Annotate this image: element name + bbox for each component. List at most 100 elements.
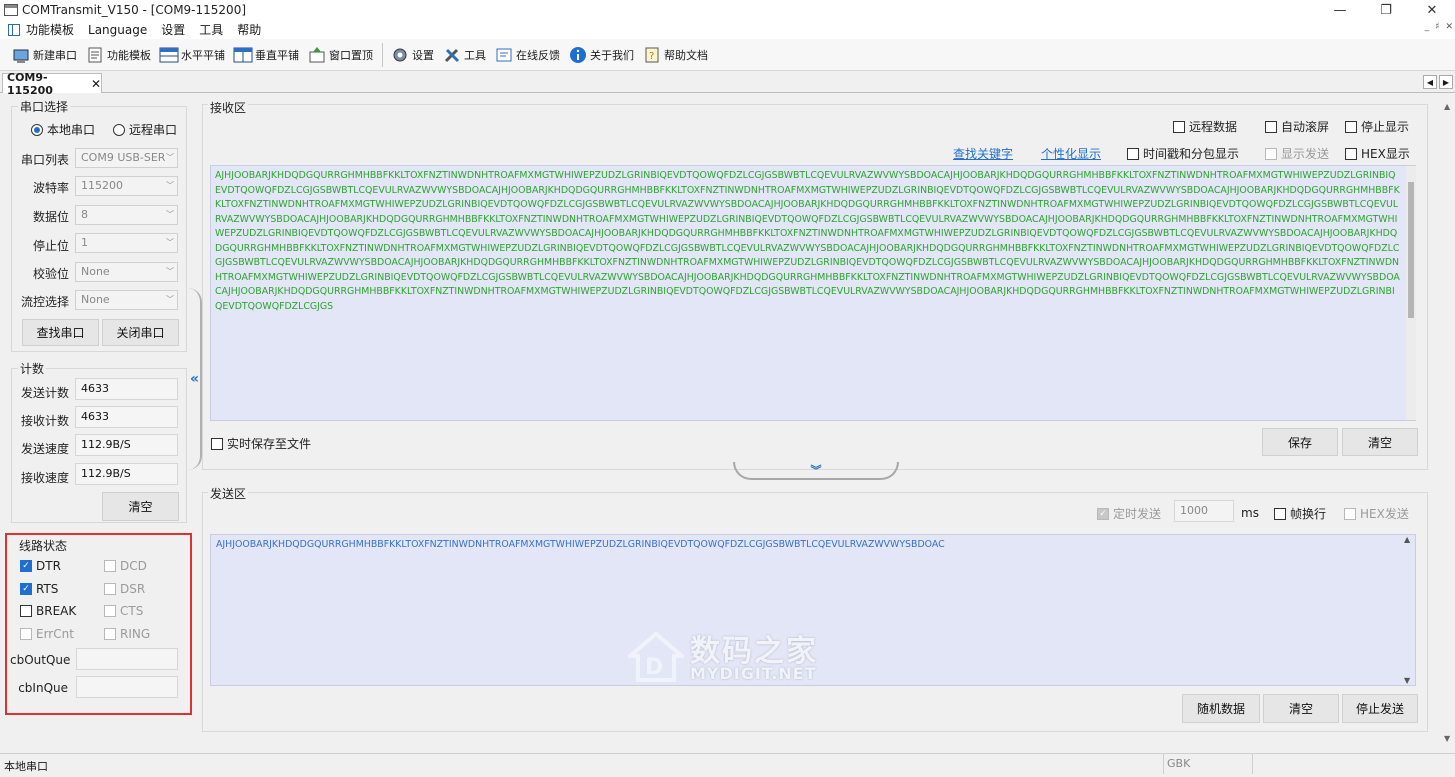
- receive-title: 接收区: [208, 99, 249, 116]
- tools-button[interactable]: 工具: [439, 42, 489, 68]
- remote-port-radio[interactable]: 远程串口: [113, 121, 177, 138]
- parity-select[interactable]: None ﹀: [75, 262, 178, 282]
- scroll-down-icon[interactable]: ▼: [1444, 734, 1450, 743]
- maximize-button[interactable]: ❐: [1363, 0, 1409, 20]
- receive-scrollbar[interactable]: [1406, 166, 1416, 420]
- splitter-handle[interactable]: ︾: [733, 462, 899, 480]
- checkbox-mark: [1173, 120, 1185, 133]
- stop-display-checkbox[interactable]: 停止显示: [1345, 118, 1409, 135]
- tab-nav-right-icon[interactable]: ▶: [1439, 75, 1453, 89]
- new-port-button[interactable]: 新建串口: [8, 42, 80, 68]
- frame-newline-checkbox[interactable]: 帧换行: [1274, 505, 1326, 522]
- scrollbar-thumb[interactable]: [1408, 182, 1414, 318]
- scroll-up-icon[interactable]: ▲: [1404, 535, 1410, 544]
- plug-icon: [11, 45, 31, 65]
- collapse-left-panel-handle[interactable]: «: [188, 288, 202, 470]
- watermark-en: MYDIGIT.NET: [690, 664, 817, 683]
- toolbar: 新建串口 功能模板 水平平铺 垂直平铺 窗口置顶 设置 工具 在线反馈 关于我们…: [0, 39, 1455, 71]
- scroll-down-icon[interactable]: ▼: [1404, 676, 1410, 685]
- menu-help[interactable]: 帮助: [237, 21, 261, 38]
- random-data-button[interactable]: 随机数据: [1182, 694, 1260, 723]
- combo-value: 8: [81, 208, 88, 221]
- send-count-label: 发送计数: [20, 386, 69, 400]
- checkbox-label: 实时保存至文件: [227, 437, 312, 451]
- interval-input[interactable]: 1000: [1174, 500, 1234, 522]
- checkbox-mark: [1344, 507, 1356, 520]
- checkbox-label: 远程数据: [1189, 120, 1238, 134]
- cbin-label: cbInQue: [18, 681, 68, 695]
- menu-language[interactable]: Language: [88, 23, 147, 37]
- radio-label: 远程串口: [129, 123, 178, 137]
- break-checkbox[interactable]: BREAK: [20, 604, 76, 618]
- local-port-radio[interactable]: 本地串口: [31, 121, 95, 138]
- combo-value: None: [81, 293, 110, 306]
- settings-button[interactable]: 设置: [387, 42, 437, 68]
- close-port-button[interactable]: 关闭串口: [102, 319, 179, 346]
- tile-horizontal-button[interactable]: 水平平铺: [156, 42, 228, 68]
- serial-group-box: [11, 106, 187, 352]
- flow-select[interactable]: None ﹀: [75, 290, 178, 310]
- rts-checkbox[interactable]: ✓ RTS: [20, 582, 58, 596]
- radio-dot: [113, 123, 125, 136]
- find-port-button[interactable]: 查找串口: [22, 319, 99, 346]
- tab-close-icon[interactable]: ✕: [91, 77, 101, 91]
- find-keyword-link[interactable]: 查找关键字: [953, 145, 1013, 162]
- stopbits-select[interactable]: 1 ﹀: [75, 233, 178, 253]
- chevron-down-icon: ﹀: [166, 238, 174, 247]
- hex-display-checkbox[interactable]: HEX显示: [1345, 145, 1410, 162]
- minimize-button[interactable]: —: [1317, 0, 1363, 20]
- send-speed-label: 发送速度: [20, 442, 69, 456]
- tab-com9[interactable]: COM9-115200 ✕: [2, 71, 102, 97]
- chevron-down-icon: ﹀: [166, 181, 174, 190]
- scroll-up-icon[interactable]: ▲: [1444, 102, 1450, 111]
- window-scrollbar[interactable]: ▲ ▼: [1441, 94, 1455, 752]
- toolbar-label: 在线反馈: [516, 48, 560, 62]
- close-window-button[interactable]: ✕: [1409, 0, 1455, 20]
- tab-nav-left-icon[interactable]: ◀: [1423, 75, 1437, 89]
- mdi-minimize-button[interactable]: _: [1425, 22, 1430, 32]
- checkbox-mark: [104, 560, 116, 572]
- window-menu-icon[interactable]: [8, 23, 20, 36]
- timestamp-checkbox[interactable]: 时间戳和分包显示: [1127, 145, 1239, 162]
- combo-value: 1: [81, 236, 88, 249]
- databits-label: 数据位: [32, 210, 69, 224]
- status-encoding: GBK: [1163, 754, 1253, 774]
- help-doc-icon: ?: [642, 45, 662, 65]
- receive-clear-button[interactable]: 清空: [1342, 428, 1418, 456]
- help-doc-button[interactable]: ? 帮助文档: [639, 42, 711, 68]
- menu-templates[interactable]: 功能模板: [26, 21, 74, 38]
- recv-speed-field: 112.9B/S: [75, 463, 178, 485]
- feedback-button[interactable]: 在线反馈: [491, 42, 563, 68]
- databits-select[interactable]: 8 ﹀: [75, 205, 178, 225]
- remote-data-checkbox[interactable]: 远程数据: [1173, 118, 1237, 135]
- mdi-close-button[interactable]: ✕: [1445, 22, 1453, 32]
- custom-display-link[interactable]: 个性化显示: [1041, 145, 1101, 162]
- about-button[interactable]: 关于我们: [565, 42, 637, 68]
- template-button[interactable]: 功能模板: [82, 42, 154, 68]
- checkbox-label: RING: [120, 627, 151, 641]
- stop-send-button[interactable]: 停止发送: [1342, 694, 1418, 723]
- cbout-field: [76, 648, 178, 670]
- port-list-select[interactable]: COM9 USB-SER ﹀: [75, 148, 178, 168]
- counter-clear-button[interactable]: 清空: [102, 492, 179, 521]
- send-title: 发送区: [208, 485, 249, 502]
- send-scrollbar[interactable]: ▲ ▼: [1404, 535, 1414, 685]
- tile-vertical-button[interactable]: 垂直平铺: [230, 42, 302, 68]
- checkbox-label: 定时发送: [1113, 507, 1162, 521]
- receive-save-button[interactable]: 保存: [1262, 428, 1338, 456]
- send-clear-button[interactable]: 清空: [1263, 694, 1339, 723]
- menu-tools[interactable]: 工具: [199, 21, 223, 38]
- cts-checkbox: CTS: [104, 604, 143, 618]
- save-realtime-checkbox[interactable]: 实时保存至文件: [211, 435, 311, 452]
- pin-top-button[interactable]: 窗口置顶: [304, 42, 376, 68]
- auto-scroll-checkbox[interactable]: 自动滚屏: [1265, 118, 1329, 135]
- baud-select[interactable]: 115200 ﹀: [75, 176, 178, 196]
- tile-vertical-icon: [233, 45, 253, 65]
- checkbox-mark: ✓: [20, 560, 32, 572]
- chevron-down-icon: ﹀: [166, 210, 174, 219]
- toolbar-label: 水平平铺: [181, 48, 225, 62]
- menu-settings[interactable]: 设置: [161, 21, 185, 38]
- receive-textarea[interactable]: AJHJOOBARJKHDQDGQURRGHMHBBFKKLTOXFNZTINW…: [210, 165, 1416, 421]
- mdi-restore-button[interactable]: ♯: [1435, 22, 1439, 32]
- dtr-checkbox[interactable]: ✓ DTR: [20, 559, 61, 573]
